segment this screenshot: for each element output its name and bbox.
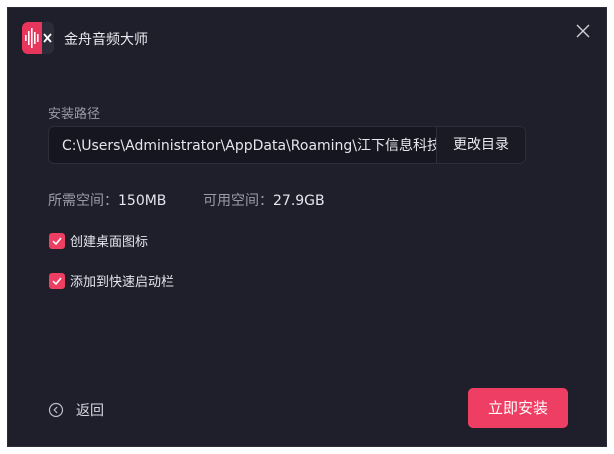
available-space-value: 27.9GB [273, 193, 325, 209]
installer-window: 金舟音频大师 安装路径 更改目录 所需空间：150MB 可用空间：27.9GB … [7, 7, 607, 447]
desktop-icon-option[interactable]: 创建桌面图标 [49, 231, 148, 250]
available-space: 可用空间：27.9GB [203, 190, 325, 210]
quick-launch-label: 添加到快速启动栏 [70, 275, 175, 290]
available-space-label: 可用空间： [203, 193, 273, 209]
disk-space-info: 所需空间：150MB 可用空间：27.9GB [48, 190, 325, 210]
quick-launch-option[interactable]: 添加到快速启动栏 [49, 271, 174, 290]
install-path-input[interactable] [49, 127, 436, 163]
change-directory-button[interactable]: 更改目录 [437, 127, 525, 163]
install-path-box: 更改目录 [48, 126, 526, 164]
desktop-icon-checkbox[interactable] [49, 232, 65, 249]
check-icon [52, 276, 62, 285]
app-title: 金舟音频大师 [64, 32, 148, 48]
quick-launch-checkbox[interactable] [49, 272, 65, 289]
check-icon [52, 236, 62, 245]
required-space: 所需空间：150MB [48, 193, 166, 209]
install-now-button[interactable]: 立即安装 [468, 388, 568, 428]
install-path-label: 安装路径 [48, 107, 101, 122]
desktop-icon-label: 创建桌面图标 [70, 235, 149, 250]
back-label: 返回 [76, 403, 104, 419]
close-icon [576, 24, 590, 38]
back-arrow-icon [48, 402, 64, 418]
required-space-label: 所需空间： [48, 193, 118, 209]
close-button[interactable] [574, 22, 592, 40]
required-space-value: 150MB [118, 193, 167, 209]
app-logo-icon [22, 22, 54, 54]
back-button[interactable]: 返回 [48, 400, 104, 420]
